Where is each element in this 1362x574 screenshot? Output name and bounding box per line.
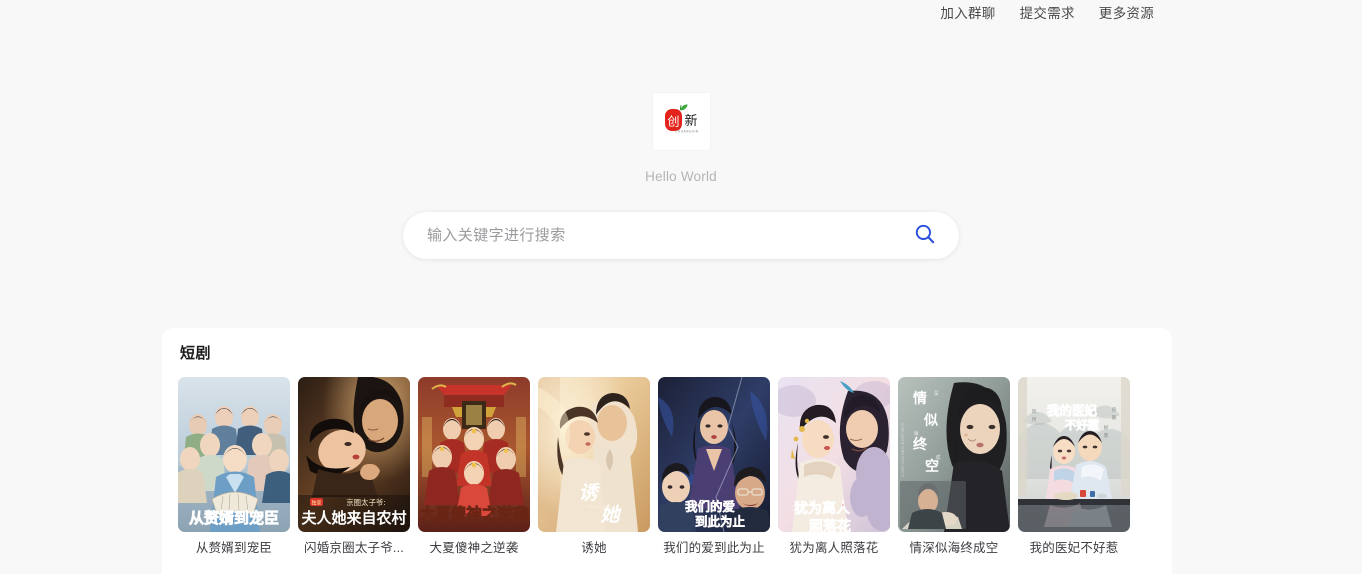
svg-text:海: 海 (913, 430, 918, 437)
search-input[interactable] (425, 210, 905, 260)
svg-text:月: 月 (1032, 417, 1037, 423)
light-inkwash-hanfu-poster[interactable]: 风月 良辰 好景 我的医妃 不好惹 (1018, 377, 1130, 532)
svg-text:风: 风 (1032, 409, 1037, 415)
svg-text:景: 景 (1104, 433, 1109, 439)
nav-more-resources[interactable]: 更多资源 (1099, 7, 1154, 21)
svg-text:到此为止: 到此为止 (695, 514, 746, 529)
svg-text:好: 好 (1104, 424, 1109, 431)
svg-text:我的医妃: 我的医妃 (1047, 403, 1098, 418)
list-item-title: 闪婚京圈太子爷... (304, 541, 404, 555)
content-panel: 短剧 从赘婿到宠臣 从赘婿到宠臣 独家 京圈太子爷: 夫人她来自农村 闪婚京圈太… (162, 328, 1172, 574)
search-bar[interactable] (403, 210, 959, 260)
svg-text:京圈太子爷:: 京圈太子爷: (346, 498, 385, 507)
svg-text:终: 终 (913, 436, 928, 453)
search-icon (914, 223, 936, 248)
list-item[interactable]: 犹为离人 照落花 犹为离人照落花 (778, 377, 890, 556)
pastel-pink-costume-poster[interactable]: 犹为离人 照落花 (778, 377, 890, 532)
list-item-title: 我的医妃不好惹 (1029, 541, 1119, 555)
svg-text:良: 良 (1112, 406, 1117, 413)
section-title: 短剧 (180, 345, 212, 362)
list-item[interactable]: 情 似 终 空 深 海 成 A DEEP LOVE ENDS IN EMPTIN… (898, 377, 1010, 556)
svg-text:照落花: 照落花 (809, 518, 851, 532)
search-button[interactable] (905, 215, 945, 255)
top-navigation: 加入群聊 提交需求 更多资源 (940, 0, 1362, 27)
svg-text:诱: 诱 (578, 482, 600, 504)
svg-text:CHUANGXIN: CHUANGXIN (675, 130, 699, 134)
list-item[interactable]: 我们的爱 到此为止 我们的爱到此为止 (658, 377, 770, 556)
list-item[interactable]: 独家 京圈太子爷: 夫人她来自农村 闪婚京圈太子爷... (298, 377, 410, 556)
svg-text:辰: 辰 (1112, 415, 1117, 421)
svg-text:从赘婿到宠臣: 从赘婿到宠臣 (189, 509, 279, 527)
list-item[interactable]: 风月 良辰 好景 我的医妃 不好惹 我的医妃不好惹 (1018, 377, 1130, 556)
list-item-title: 诱她 (581, 541, 607, 555)
hero-section: 创 新 CHUANGXIN Hello World (0, 0, 1362, 260)
svg-text:夫人她来自农村: 夫人她来自农村 (301, 509, 406, 527)
svg-text:情: 情 (913, 390, 927, 407)
svg-text:犹为离人: 犹为离人 (794, 500, 851, 517)
svg-text:大夏傻神之逆袭: 大夏傻神之逆袭 (420, 504, 529, 523)
svg-text:似: 似 (923, 413, 938, 429)
chuangxin-logo-icon[interactable]: 创 新 CHUANGXIN (652, 93, 710, 150)
nav-join-group[interactable]: 加入群聊 (940, 7, 995, 21)
list-item-title: 我们的爱到此为止 (663, 541, 765, 555)
list-item[interactable]: 从赘婿到宠臣 从赘婿到宠臣 (178, 377, 290, 556)
list-item-title: 从赘婿到宠臣 (195, 541, 273, 555)
list-item[interactable]: 大夏傻神之逆袭 大夏傻神之逆袭 (418, 377, 530, 556)
svg-text:SEDUCE HER: SEDUCE HER (586, 505, 610, 509)
svg-text:A DEEP LOVE ENDS IN EMPTINESS: A DEEP LOVE ENDS IN EMPTINESS (901, 423, 905, 477)
dark-romance-closeup-poster[interactable]: 独家 京圈太子爷: 夫人她来自农村 (298, 377, 410, 532)
svg-text:新: 新 (684, 113, 697, 129)
svg-text:深: 深 (933, 390, 938, 397)
red-gold-palace-poster[interactable]: 大夏傻神之逆袭 (418, 377, 530, 532)
nav-submit-request[interactable]: 提交需求 (1020, 7, 1075, 21)
gray-melancholy-poster[interactable]: 情 似 终 空 深 海 成 A DEEP LOVE ENDS IN EMPTIN… (898, 377, 1010, 532)
list-item-title: 情深似海终成空 (909, 541, 999, 555)
list-item-title: 犹为离人照落花 (789, 541, 879, 555)
warm-golden-couple-poster[interactable]: 诱 她 SEDUCE HER (538, 377, 650, 532)
svg-text:成: 成 (935, 454, 940, 461)
ensemble-blue-costume-poster[interactable]: 从赘婿到宠臣 (178, 377, 290, 532)
list-item[interactable]: 诱 她 SEDUCE HER 诱她 (538, 377, 650, 556)
brand-tagline: Hello World (645, 169, 717, 184)
dark-blue-modern-drama-poster[interactable]: 我们的爱 到此为止 (658, 377, 770, 532)
list-item-title: 大夏傻神之逆袭 (429, 541, 519, 555)
short-drama-card-row: 从赘婿到宠臣 从赘婿到宠臣 独家 京圈太子爷: 夫人她来自农村 闪婚京圈太子爷.… (178, 377, 1172, 556)
svg-text:独家: 独家 (311, 500, 321, 507)
svg-text:不好惹: 不好惹 (1065, 418, 1100, 432)
svg-text:创: 创 (667, 115, 679, 129)
svg-text:我们的爱: 我们的爱 (685, 499, 736, 514)
